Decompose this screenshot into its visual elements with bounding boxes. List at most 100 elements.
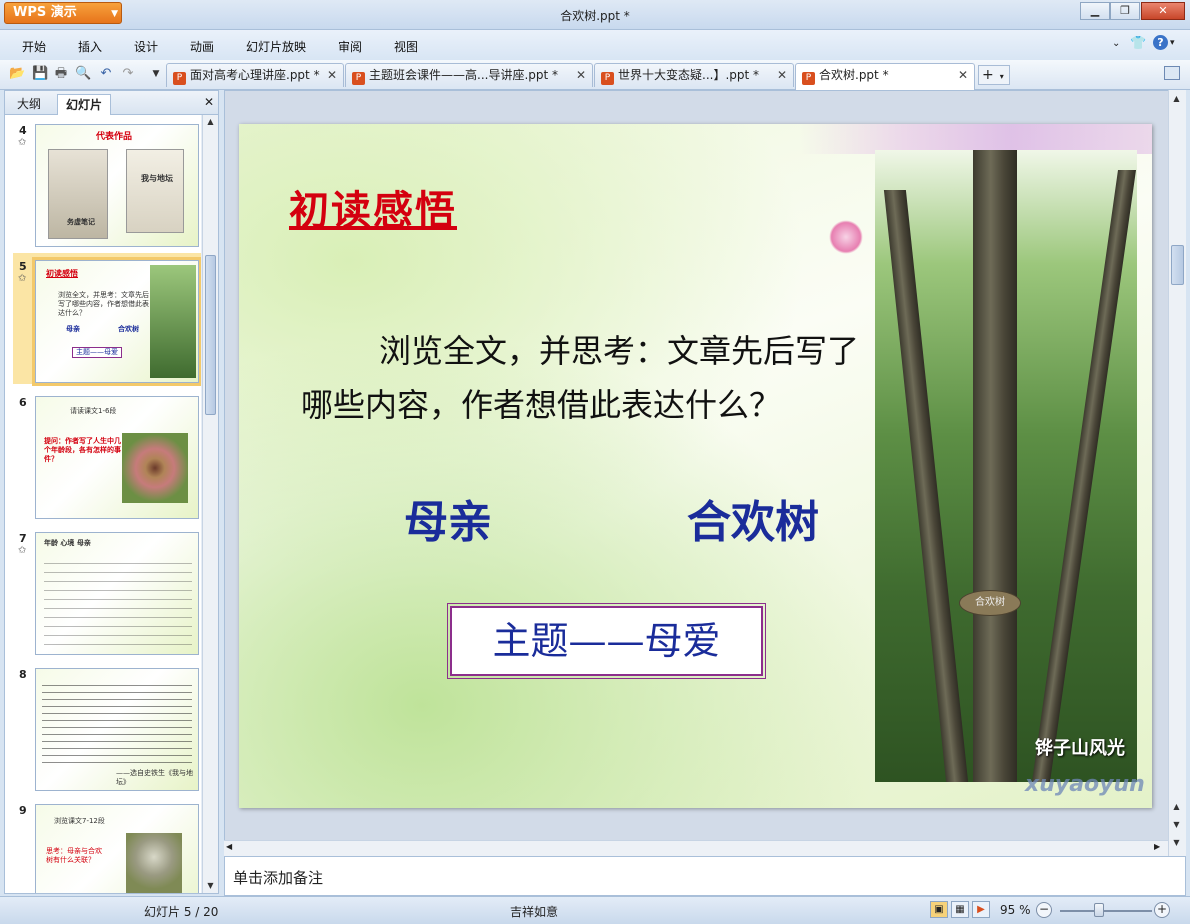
- ppt-file-icon: P: [601, 72, 614, 85]
- zoom-out-icon[interactable]: −: [1036, 902, 1052, 918]
- watermark: xuyaoyun: [1025, 772, 1145, 797]
- menu-insert[interactable]: 插入: [78, 38, 102, 55]
- thumbnail-scrollbar[interactable]: ▲ ▼: [202, 115, 218, 893]
- thumb-number: 9: [19, 804, 27, 817]
- chevron-down-icon[interactable]: ⌄: [1112, 38, 1120, 49]
- zoom-slider-thumb[interactable]: [1094, 903, 1104, 917]
- animation-star-icon: ✩: [18, 273, 27, 284]
- thumb-title: 年龄 心境 母亲: [44, 539, 91, 547]
- slide-sorter-icon[interactable]: ▦: [951, 901, 969, 918]
- menu-review[interactable]: 审阅: [338, 38, 362, 55]
- editor-horizontal-scrollbar[interactable]: ◀ ▶: [224, 840, 1168, 856]
- thumb-text: 思考：母亲与合欢树有什么关联？: [46, 847, 102, 864]
- tab-doc-2[interactable]: P 主题班会课件——高...导讲座.ppt * ✕: [345, 63, 593, 87]
- window-title: 合欢树.ppt *: [560, 9, 630, 23]
- menu-slideshow[interactable]: 幻灯片放映: [246, 38, 306, 55]
- print-preview-icon[interactable]: 🔍: [75, 66, 91, 82]
- scrollbar-thumb[interactable]: [1171, 245, 1184, 285]
- text-lines: [42, 679, 192, 765]
- notes-pane[interactable]: 单击添加备注: [224, 856, 1186, 896]
- butterfly-image: [122, 433, 188, 503]
- thumb-title: 初读感悟: [46, 269, 78, 278]
- close-pane-icon[interactable]: ✕: [204, 95, 214, 109]
- undo-icon[interactable]: ↶: [98, 66, 114, 82]
- pane-tabs: 大纲 幻灯片 ✕: [5, 91, 218, 115]
- status-bar: 幻灯片 5 / 20 吉祥如意 ▣ ▦ ▶ 95 % − +: [0, 896, 1190, 924]
- restore-button[interactable]: ❐: [1110, 2, 1140, 20]
- normal-view-icon[interactable]: ▣: [930, 901, 948, 918]
- slide-thumbnail-8[interactable]: ——选自史铁生《我与地坛》: [35, 668, 199, 791]
- thumb-text: ——选自史铁生《我与地坛》: [116, 769, 193, 786]
- keyword-silk-tree[interactable]: 合欢树: [687, 486, 819, 550]
- flower-decoration: [829, 220, 863, 254]
- menu-animation[interactable]: 动画: [190, 38, 214, 55]
- thumb-number: 8: [19, 668, 27, 681]
- tab-slides[interactable]: 幻灯片: [57, 94, 112, 115]
- tree-trunk: [973, 150, 1017, 782]
- scrollbar-thumb[interactable]: [205, 255, 216, 415]
- thumb-title: 浏览课文7-12段: [54, 817, 105, 825]
- thumb-number: 6: [19, 396, 27, 409]
- ppt-file-icon: P: [352, 72, 365, 85]
- scroll-down-icon[interactable]: ▼: [203, 879, 218, 893]
- print-icon[interactable]: 🖶: [53, 66, 69, 82]
- next-slide-icon[interactable]: ▼: [1169, 836, 1184, 850]
- skin-icon[interactable]: 👕: [1130, 36, 1146, 51]
- slide-thumbnail-7[interactable]: 年龄 心境 母亲: [35, 532, 199, 655]
- help-icon[interactable]: ?: [1153, 35, 1168, 50]
- close-tab-icon[interactable]: ✕: [777, 64, 787, 86]
- open-icon[interactable]: 📂: [9, 66, 25, 82]
- tab-doc-active[interactable]: P 合欢树.ppt * ✕: [795, 63, 975, 90]
- notes-placeholder: 单击添加备注: [233, 869, 324, 887]
- slide-thumbnail-4[interactable]: 代表作品 务虚笔记 我与地坛: [35, 124, 199, 247]
- menu-view[interactable]: 视图: [394, 38, 418, 55]
- thumb-number: 5: [19, 260, 27, 273]
- slideshow-icon[interactable]: ▶: [972, 901, 990, 918]
- tree-trunk: [883, 190, 969, 782]
- help-dropdown-icon[interactable]: ▾: [1170, 38, 1175, 48]
- keyword-mother[interactable]: 母亲: [404, 486, 492, 550]
- theme-textbox[interactable]: 主题——母爱: [447, 603, 766, 679]
- ppt-file-icon: P: [802, 72, 815, 85]
- slide-thumbnail-9[interactable]: 浏览课文7-12段 思考：母亲与合欢树有什么关联？: [35, 804, 199, 893]
- editor-vertical-scrollbar[interactable]: ▲ ▲ ▼ ▼: [1168, 90, 1186, 856]
- theme-name: 吉祥如意: [510, 905, 559, 919]
- tab-outline[interactable]: 大纲: [9, 94, 49, 115]
- scroll-left-icon[interactable]: ◀: [226, 842, 232, 851]
- slide-counter: 幻灯片 5 / 20: [144, 905, 219, 919]
- thumb-title: 请读课文1-6段: [70, 407, 117, 415]
- tab-doc-1[interactable]: P 面对高考心理讲座.ppt * ✕: [166, 63, 344, 87]
- scroll-down-icon[interactable]: ▼: [1169, 818, 1184, 832]
- scroll-right-icon[interactable]: ▶: [1154, 842, 1160, 851]
- close-tab-icon[interactable]: ✕: [327, 64, 337, 86]
- close-button[interactable]: ✕: [1141, 2, 1185, 20]
- close-tab-icon[interactable]: ✕: [576, 64, 586, 86]
- minimize-button[interactable]: ▁: [1080, 2, 1110, 20]
- menu-home[interactable]: 开始: [22, 38, 46, 55]
- slide-body-text[interactable]: 浏览全文，并思考：文章先后写了哪些内容，作者想借此表达什么？: [301, 324, 873, 432]
- zoom-slider-track[interactable]: [1060, 910, 1152, 912]
- tab-label: 世界十大变态疑...】.ppt *: [618, 68, 760, 82]
- menu-design[interactable]: 设计: [134, 38, 158, 55]
- animation-star-icon: ✩: [18, 137, 27, 148]
- thumb-book-label: 我与地坛: [141, 174, 173, 183]
- book-cover-image: 我与地坛: [126, 149, 184, 233]
- slide-canvas[interactable]: 合欢树 初读感悟 浏览全文，并思考：文章先后写了哪些内容，作者想借此表达什么？ …: [239, 124, 1152, 808]
- scroll-up-icon[interactable]: ▲: [203, 115, 218, 129]
- new-tab-button[interactable]: + ▾: [978, 65, 1010, 85]
- close-tab-icon[interactable]: ✕: [958, 64, 968, 86]
- redo-icon[interactable]: ↷: [120, 66, 136, 82]
- zoom-in-icon[interactable]: +: [1154, 902, 1170, 918]
- scroll-up-icon[interactable]: ▲: [1169, 800, 1184, 814]
- slide-thumbnail-5[interactable]: 初读感悟 浏览全文，并思考：文章先后写了哪些内容，作者想借此表达什么？ 母亲 合…: [32, 257, 201, 386]
- tab-list-icon[interactable]: [1164, 66, 1180, 80]
- zoom-level[interactable]: 95 %: [1000, 903, 1031, 917]
- ppt-file-icon: P: [173, 72, 186, 85]
- slide-thumbnail-6[interactable]: 请读课文1-6段 提问：作者写了人生中几个年龄段，各有怎样的事件？: [35, 396, 199, 519]
- customize-dropdown-icon[interactable]: ▼: [148, 66, 164, 82]
- thumb-title: 代表作品: [96, 132, 133, 142]
- tab-doc-3[interactable]: P 世界十大变态疑...】.ppt * ✕: [594, 63, 794, 87]
- save-icon[interactable]: 💾: [32, 66, 48, 82]
- scroll-up-icon[interactable]: ▲: [1169, 92, 1184, 106]
- slide-title[interactable]: 初读感悟: [289, 178, 457, 236]
